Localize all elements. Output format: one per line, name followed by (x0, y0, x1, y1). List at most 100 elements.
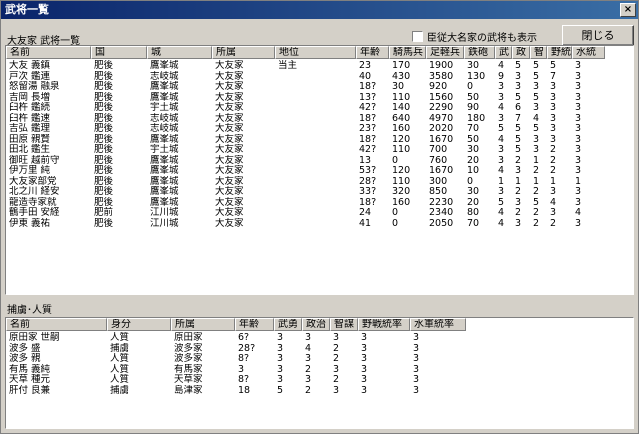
window-close-icon[interactable]: × (620, 3, 636, 17)
table-cell: 18? (359, 133, 377, 145)
column-header[interactable]: 政 (512, 46, 530, 59)
table-cell: 42? (359, 144, 377, 155)
table-row[interactable]: 吉弘 鑑理 肥後 志岐城 大友家 23? 160 2020 70 5 5 5 3 3 (6, 123, 633, 134)
table-cell: 33? (359, 186, 377, 197)
table-cell: 人質 (110, 363, 130, 375)
table-row[interactable]: 御旺 越前守 肥後 鷹峯城 大友家 13 0 760 20 3 2 1 2 3 (6, 155, 633, 166)
table-cell: 捕虜 (110, 342, 130, 354)
table-row[interactable]: 臼杵 鑑続 肥後 宇土城 大友家 42? 140 2290 90 4 6 3 3 3 (6, 102, 633, 113)
table-cell: 7 (550, 70, 557, 82)
close-button[interactable]: 閉じる (562, 25, 634, 46)
column-header[interactable]: 騎馬兵 (389, 46, 426, 59)
table-row[interactable]: 波多 親 人質 波多家 8? 3 3 2 3 3 (6, 353, 633, 364)
table-cell: 5 (533, 70, 540, 82)
table-cell: 2 (550, 154, 557, 166)
table-cell: 5 (550, 60, 557, 71)
table-cell: 3 (498, 186, 505, 197)
table-cell: 大友家 (215, 175, 244, 187)
show-vassal-officers-checkbox[interactable] (412, 30, 423, 42)
table-cell: 5 (515, 60, 522, 71)
table-cell: 龍造寺家就 (9, 196, 57, 208)
table-cell: 3 (413, 384, 420, 396)
table-cell: 肥後 (94, 91, 114, 103)
column-header[interactable]: 政治 (302, 318, 330, 331)
column-header[interactable]: 城 (147, 46, 212, 59)
table-cell: 50 (467, 91, 480, 103)
column-header[interactable]: 智謀 (330, 318, 358, 331)
table-row[interactable]: 原田家 世嗣 人質 原田家 6? 3 3 3 3 3 (6, 332, 633, 343)
table-cell: 鷹峯城 (150, 60, 179, 71)
table-cell: 1 (498, 175, 505, 187)
table-cell: 人質 (110, 374, 130, 385)
table-cell: 2 (550, 165, 557, 176)
table-cell: 3 (533, 133, 540, 145)
table-row[interactable]: 波多 盛 捕虜 波多家 28? 3 4 2 3 3 (6, 343, 633, 354)
table-cell: 波多 親 (9, 353, 41, 364)
captive-list[interactable]: 名前 身分 所属 年齢 武勇 政治 智謀 野戦統率 水軍統率 原田家 世嗣 人質 原田家 6? 3 3 3 3… (5, 317, 634, 429)
column-header[interactable]: 水軍統率 (410, 318, 466, 331)
table-cell: 大友家 (215, 102, 244, 113)
table-row[interactable]: 龍造寺家就 肥後 鷹峯城 大友家 18? 160 2230 20 5 3 5 4 3 (6, 197, 633, 208)
table-cell: 島津家 (174, 384, 203, 396)
table-row[interactable]: 田原 親賢 肥後 鷹峯城 大友家 18? 120 1670 50 4 5 3 3 3 (6, 134, 633, 145)
table-cell: 4 (498, 60, 505, 71)
column-header[interactable]: 年齢 (356, 46, 389, 59)
column-header[interactable]: 水統 (572, 46, 605, 59)
column-header[interactable]: 智 (530, 46, 547, 59)
table-cell: 2290 (429, 102, 454, 113)
table-cell: 760 (429, 154, 448, 166)
table-row[interactable]: 鶴手田 安経 肥前 江川城 大友家 24 0 2340 80 4 2 2 3 4 (6, 207, 633, 218)
table-cell: 18? (359, 81, 377, 92)
table-row[interactable]: 大友 義鎮 肥後 鷹峯城 大友家 当主 23 170 1900 30 4 5 5 5 3 (6, 60, 633, 71)
column-header[interactable]: 野統 (547, 46, 572, 59)
table-cell: 5 (515, 144, 522, 155)
column-header[interactable]: 武 (495, 46, 512, 59)
column-header[interactable]: 所属 (212, 46, 275, 59)
table-cell: 2 (533, 207, 540, 218)
table-row[interactable]: 大友家部党 肥後 鷹峯城 大友家 28? 110 300 0 1 1 1 1 1 (6, 176, 633, 187)
table-cell: 大友家 (215, 70, 244, 82)
table-row[interactable]: 伊東 義祐 肥後 江川城 大友家 41 0 2050 70 4 3 2 2 3 (6, 218, 633, 229)
table-row[interactable]: 伊万里 純肥後 鷹峯城 大友家 53? 120 1670 10 4 3 2 2 3 (6, 165, 633, 176)
table-row[interactable]: 吉岡 長増 肥後 鷹峯城 大友家 13? 110 1560 50 3 5 5 3 3 (6, 92, 633, 103)
table-cell: 3 (277, 363, 284, 375)
table-cell: 430 (392, 70, 411, 82)
table-row[interactable]: 有馬 義純 人質 有馬家 3 3 2 3 3 3 (6, 364, 633, 375)
column-header[interactable]: 国 (91, 46, 147, 59)
table-cell: 吉岡 長増 (9, 91, 51, 103)
column-header[interactable]: 名前 (6, 318, 107, 331)
table-cell: 4970 (429, 112, 454, 124)
table-cell: 3 (575, 196, 582, 208)
table-row[interactable]: 北之川 経安 肥後 鷹峯城 大友家 33? 320 850 30 3 2 2 3 3 (6, 186, 633, 197)
table-cell: 3 (550, 207, 557, 218)
table-row[interactable]: 肝付 良兼 捕虜 島津家 18 5 2 3 3 3 (6, 385, 633, 396)
column-header[interactable]: 所属 (171, 318, 235, 331)
column-header[interactable]: 野戦統率 (358, 318, 410, 331)
table-cell: 宇土城 (150, 102, 179, 113)
table-cell: 2230 (429, 196, 454, 208)
table-row[interactable]: 戸次 鑑連 肥後 志岐城 大友家 40 430 3580 130 9 3 5 7 3 (6, 71, 633, 82)
table-row[interactable]: 怒留湯 融泉 肥後 鷹峯城 大友家 18? 30 920 0 3 3 3 3 3 (6, 81, 633, 92)
table-row[interactable]: 臼杵 鑑速 肥後 志岐城 大友家 18? 640 4970 180 3 7 4 3 3 (6, 113, 633, 124)
table-cell: 有馬家 (174, 363, 203, 375)
column-header[interactable]: 武勇 (274, 318, 302, 331)
table-cell: 130 (467, 70, 486, 82)
table-cell: 8? (238, 353, 250, 364)
table-cell: 5 (277, 384, 284, 396)
column-header[interactable]: 名前 (6, 46, 91, 59)
table-cell: 3 (550, 112, 557, 124)
table-cell (275, 71, 356, 82)
table-cell: 鷹峯城 (150, 81, 179, 92)
column-header[interactable]: 地位 (275, 46, 356, 59)
column-header[interactable]: 年齢 (235, 318, 274, 331)
show-vassal-officers-toggle[interactable]: 臣従大名家の武将も表示 (412, 29, 537, 44)
table-cell: 3 (515, 165, 522, 176)
table-row[interactable]: 天草 種元 人質 天草家 8? 3 3 2 3 3 (6, 374, 633, 385)
table-cell: 2 (333, 374, 340, 385)
column-header[interactable]: 足軽兵 (426, 46, 464, 59)
table-row[interactable]: 田北 鑑生 肥後 宇土城 大友家 42? 110 700 30 3 5 3 2 3 (6, 144, 633, 155)
officer-list[interactable]: 名前国城所属 地位 年齢 騎馬兵 足軽兵 鉄砲武政智野統 水統 大友 義鎮 肥後 鷹峯城 大友家当… (5, 45, 634, 295)
table-cell: 当主 (278, 60, 298, 71)
column-header[interactable]: 身分 (107, 318, 171, 331)
column-header[interactable]: 鉄砲 (464, 46, 495, 59)
